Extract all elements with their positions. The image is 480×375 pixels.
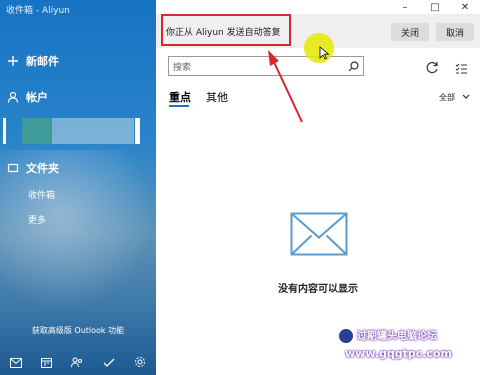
watermark-url: www.gqgtpc.com [345,347,452,360]
watermark-logo [336,326,356,346]
annotation-arrow [268,50,303,123]
watermark-name: 过期罐头电脑论坛 [357,331,437,342]
